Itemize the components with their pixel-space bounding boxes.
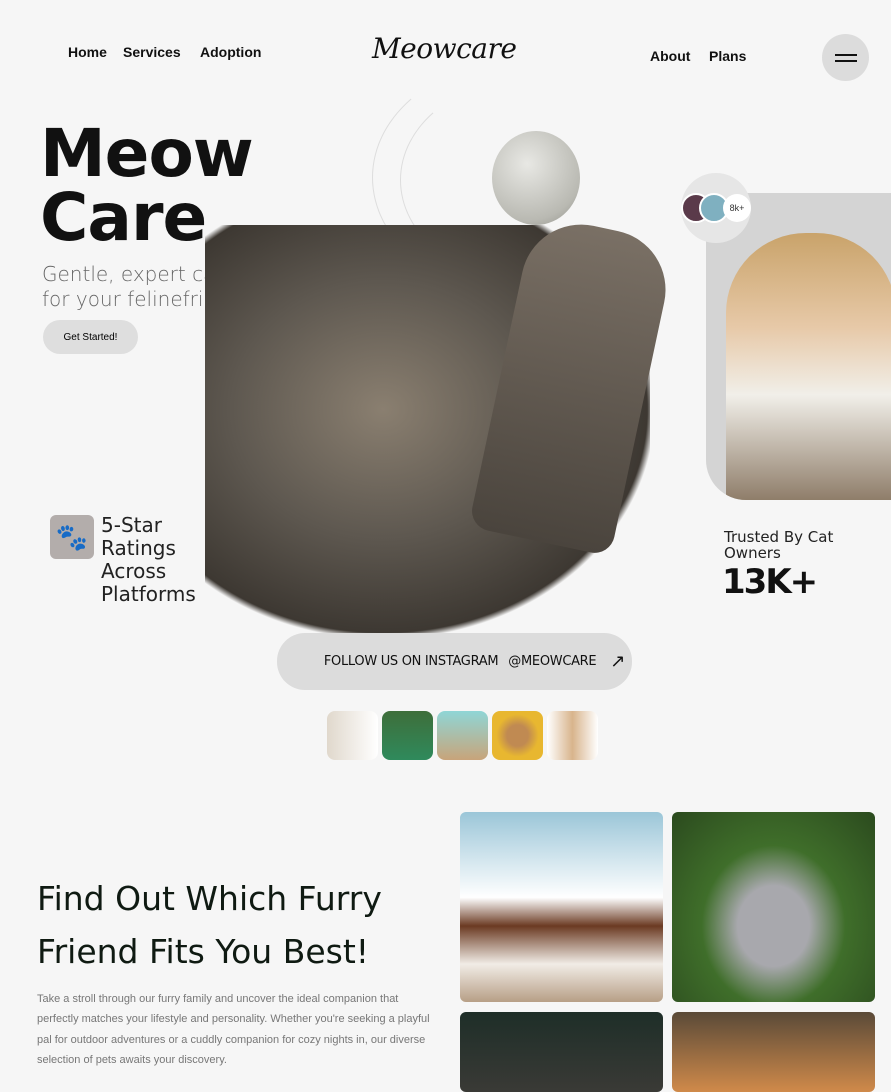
thumbnail[interactable] [382,711,433,760]
hamburger-icon[interactable] [822,34,869,81]
instagram-thumbnails [327,711,598,760]
get-started-button[interactable]: Get Started! [43,320,138,354]
hero-title-line: Meow [40,115,254,192]
logo[interactable]: Meowcare [372,32,517,65]
instagram-label: FOLLOW US ON INSTAGRAM [323,654,499,669]
arrow-up-right-icon: ↗ [610,651,626,672]
section-title: Find Out Which Furry Friend Fits You Best… [37,872,382,978]
instagram-handle: @MEOWCARE [508,654,597,669]
instagram-button[interactable]: FOLLOW US ON INSTAGRAM @MEOWCARE ↗ [277,633,632,690]
rabbit-image[interactable] [672,812,875,1002]
thumbnail[interactable] [492,711,543,760]
nav-home[interactable]: Home [68,44,107,60]
nav-adoption[interactable]: Adoption [200,44,261,60]
section-title-line: Friend Fits You Best! [37,932,370,971]
orange-cat-image[interactable] [672,1012,875,1092]
thumbnail[interactable] [437,711,488,760]
girl-with-cat-image [726,233,891,500]
yarn-ball-image [492,131,580,225]
owners-count: 13K+ [722,562,818,602]
thumbnail[interactable] [327,711,378,760]
girl-with-cat-card [706,193,891,500]
dog-image[interactable] [460,812,663,1002]
paw-icon: 🐾 [50,515,94,559]
count-badge: 8k+ [723,194,751,222]
thumbnail[interactable] [547,711,598,760]
ratings-line: Across [101,559,167,583]
trusted-line: Owners [724,544,781,562]
ratings-line: 5-Star [101,513,162,537]
avatar-group: 8k+ [681,173,751,243]
ratings-line: Ratings [101,536,176,560]
section-title-line: Find Out Which Furry [37,879,382,918]
nav-services[interactable]: Services [123,44,181,60]
ratings-line: Platforms [101,582,196,606]
nav-about[interactable]: About [650,48,690,64]
trusted-line: Trusted By Cat [724,528,834,546]
trusted-label: Trusted By Cat Owners [724,529,833,561]
ratings-text: 5-Star Ratings Across Platforms [101,514,196,606]
section-description: Take a stroll through our furry family a… [37,993,430,1066]
hamster-image[interactable] [460,1012,663,1092]
nav-plans[interactable]: Plans [709,48,746,64]
